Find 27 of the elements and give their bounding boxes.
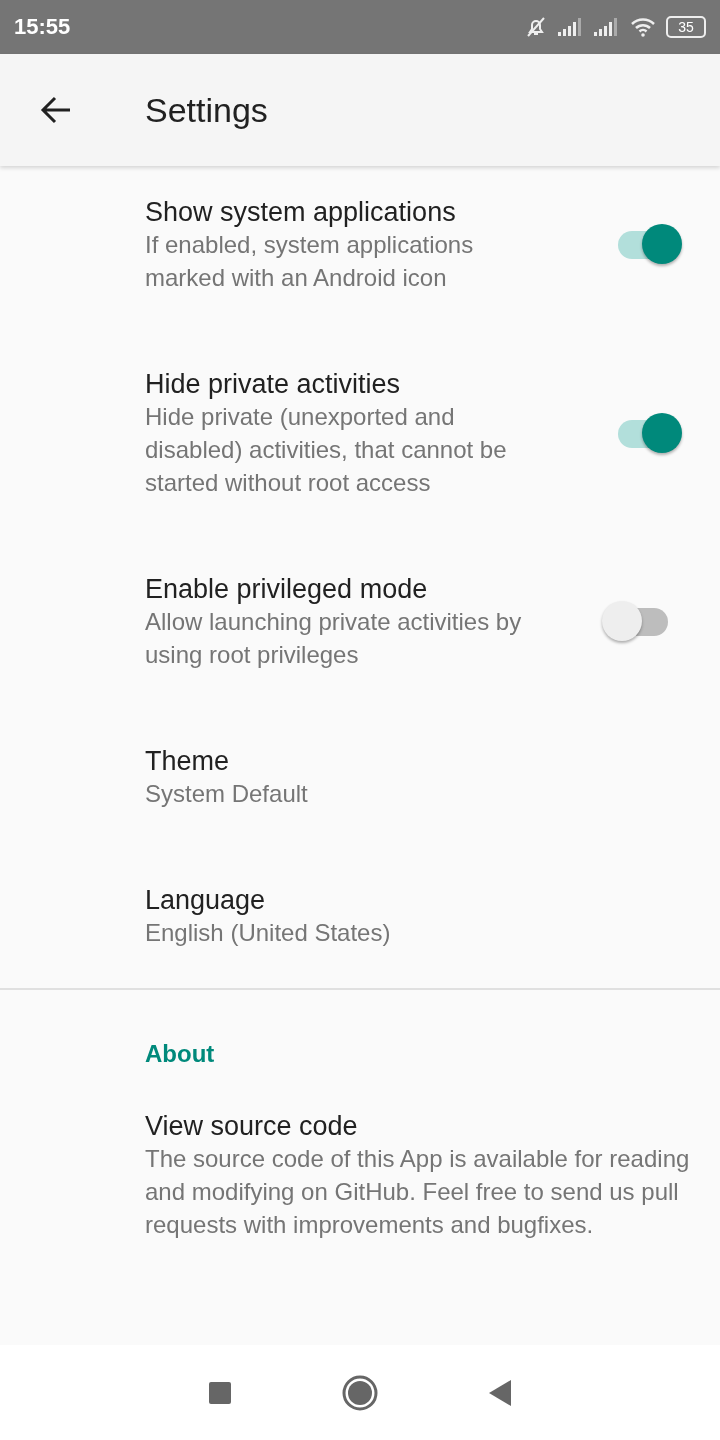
status-time: 15:55 xyxy=(14,14,71,40)
triangle-icon xyxy=(488,1378,512,1407)
back-arrow-icon xyxy=(40,96,72,124)
circle-icon xyxy=(342,1374,378,1411)
preference-summary: If enabled, system applications marked with an Android icon xyxy=(145,230,475,293)
preference-title: Language xyxy=(145,884,267,916)
battery-indicator: 35 xyxy=(666,16,706,38)
preference-summary: System Default xyxy=(145,779,309,809)
preference-summary: Hide private (unexported and disabled) activities, that cannot be started without root access xyxy=(145,402,508,498)
preference-summary: English (United States) xyxy=(145,918,392,948)
signal-icon xyxy=(594,17,620,37)
preference-title: Show system applications xyxy=(145,196,457,228)
screen-title: Settings xyxy=(145,90,268,130)
preference-title: Theme xyxy=(145,745,231,777)
preference-title: Hide private activities xyxy=(145,368,402,400)
preference-title: Enable privileged mode xyxy=(145,573,429,605)
home-button[interactable] xyxy=(342,1374,378,1411)
muted-bell-icon xyxy=(524,15,548,39)
preference-summary: The source code of this App is available for reading and modifying on GitHub. Feel free to send us pull requests with improvements and bugfixes. xyxy=(145,1144,690,1240)
section-header: About xyxy=(144,1039,216,1069)
back-nav-button[interactable] xyxy=(488,1378,512,1407)
preference-title: View source code xyxy=(145,1110,359,1142)
preference-summary: Allow launching private activities by using root privileges xyxy=(145,607,523,670)
recents-button[interactable] xyxy=(208,1380,232,1405)
wifi-icon xyxy=(630,17,656,37)
signal-icon xyxy=(558,17,584,37)
square-icon xyxy=(208,1380,232,1405)
